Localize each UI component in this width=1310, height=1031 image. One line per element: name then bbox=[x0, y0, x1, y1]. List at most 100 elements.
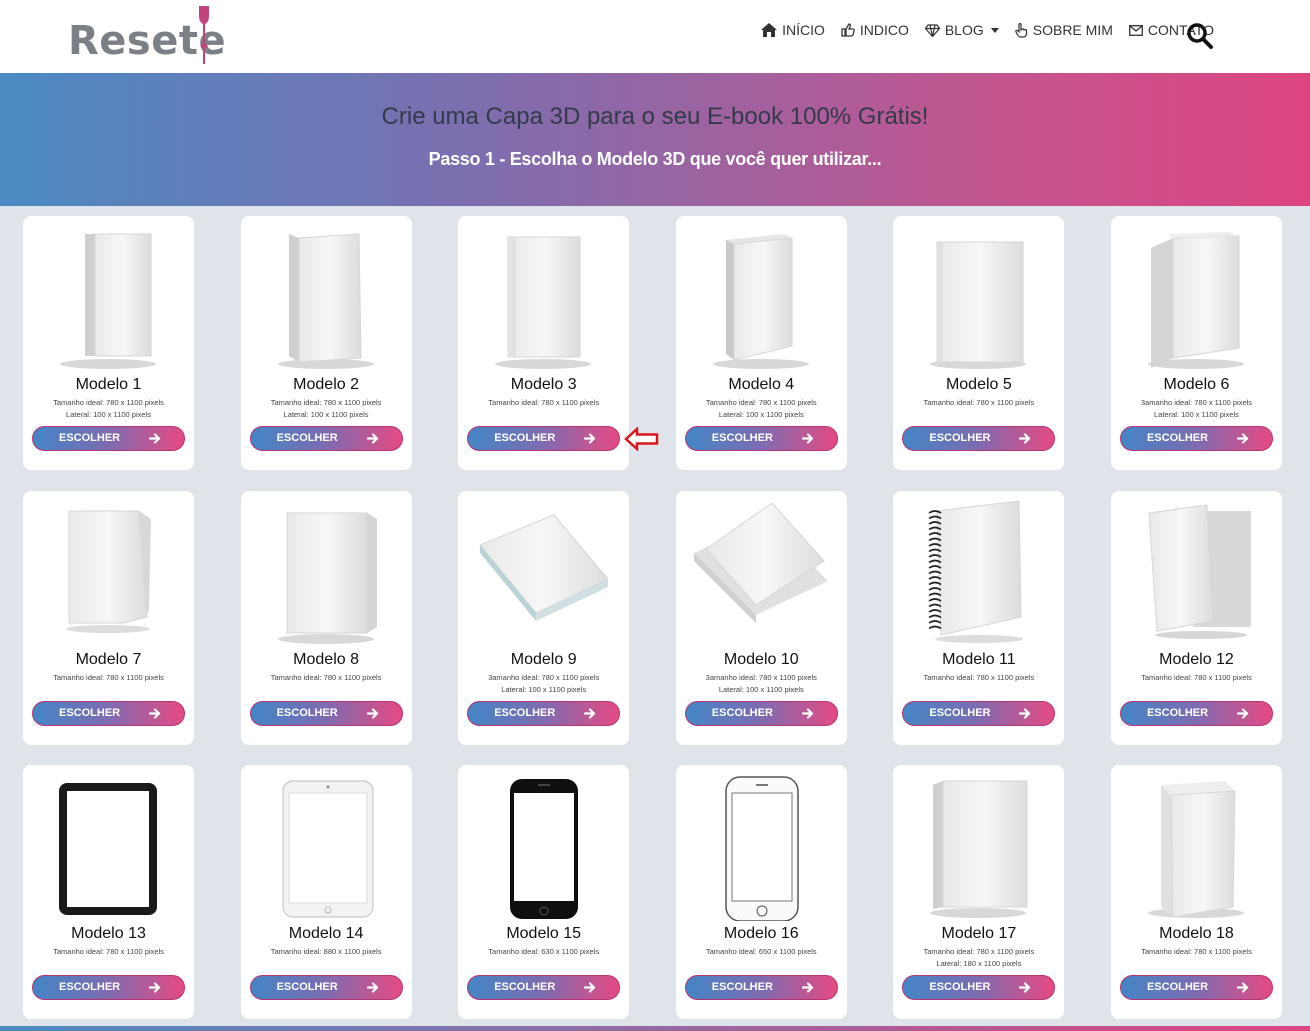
model-ideal-size: Tamanho ideal: 780 x 1100 pixels bbox=[1141, 672, 1252, 682]
arrow-right-icon bbox=[366, 707, 378, 719]
model-preview-image[interactable] bbox=[241, 771, 412, 921]
model-card: Modelo 3 Tamanho ideal: 780 x 1100 pixel… bbox=[458, 216, 630, 470]
choose-model-button[interactable]: ESCOLHER bbox=[467, 426, 621, 451]
arrow-right-icon bbox=[584, 433, 596, 444]
model-size-info: Tamanho ideal: 780 x 1100 pixels bbox=[458, 397, 629, 409]
choose-button-label: ESCOLHER bbox=[59, 981, 121, 993]
model-preview-image[interactable] bbox=[676, 771, 847, 921]
model-size-info: Tamanho ideal: 780 x 1100 pixels Lateral… bbox=[23, 397, 194, 421]
model-preview-image[interactable] bbox=[23, 497, 194, 647]
model-card: Modelo 16 Tamanho ideal: 650 x 1100 pixe… bbox=[675, 765, 847, 1019]
arrow-right-icon bbox=[1019, 982, 1031, 993]
choose-button-label: ESCOLHER bbox=[276, 706, 338, 719]
footer-gradient-line bbox=[0, 1026, 1310, 1031]
model-ideal-size: 3amanho ideal: 780 x 1100 pixels bbox=[1140, 398, 1253, 407]
choose-model-button[interactable]: ESCOLHER bbox=[902, 426, 1056, 451]
model-preview-image[interactable] bbox=[1111, 771, 1282, 921]
choose-model-button[interactable]: ESCOLHER bbox=[32, 975, 185, 1000]
choose-button-label: ESCOLHER bbox=[929, 706, 991, 719]
choose-button-label: ESCOLHER bbox=[929, 981, 991, 993]
model-mockup-illustration bbox=[930, 780, 1028, 918]
nav-item-indico[interactable]: INDICO bbox=[841, 22, 909, 38]
model-size-info: 3amanho ideal: 780 x 1100 pixels Lateral… bbox=[1111, 397, 1282, 421]
choose-model-button[interactable]: ESCOLHER bbox=[1119, 426, 1273, 451]
model-card: Modelo 4 Tamanho ideal: 780 x 1100 pixel… bbox=[675, 216, 847, 470]
choose-model-button[interactable]: ESCOLHER bbox=[684, 426, 838, 451]
model-mockup-illustration bbox=[60, 233, 156, 369]
model-side-size: Lateral: 180 x 1100 pixels bbox=[936, 959, 1022, 968]
model-preview-image[interactable] bbox=[458, 771, 629, 921]
choose-button-label: ESCOLHER bbox=[494, 981, 556, 993]
model-preview-image[interactable] bbox=[23, 222, 194, 372]
model-ideal-size: Tamanho ideal: 780 x 1100 pixels bbox=[53, 672, 164, 682]
choose-model-button[interactable]: ESCOLHER bbox=[902, 700, 1056, 726]
model-title: Modelo 16 bbox=[723, 925, 799, 942]
model-preview-image[interactable] bbox=[23, 771, 194, 921]
model-card: Modelo 15 Tamanho ideal: 630 x 1100 pixe… bbox=[458, 765, 630, 1019]
model-card: Modelo 1 Tamanho ideal: 780 x 1100 pixel… bbox=[23, 216, 194, 470]
choose-model-button[interactable]: ESCOLHER bbox=[684, 975, 838, 1000]
choose-model-button[interactable]: ESCOLHER bbox=[249, 975, 403, 1000]
model-ideal-size: Tamanho ideal: 780 x 1100 pixels bbox=[705, 398, 817, 407]
model-mockup-illustration bbox=[1147, 232, 1244, 369]
choose-model-button[interactable]: ESCOLHER bbox=[249, 426, 403, 451]
model-title: Modelo 7 bbox=[75, 650, 142, 668]
model-mockup-illustration bbox=[510, 779, 579, 919]
model-card: Modelo 14 Tamanho ideal: 880 x 1100 pixe… bbox=[240, 765, 412, 1019]
model-ideal-size: Tamanho ideal: 630 x 1100 pixels bbox=[488, 947, 600, 956]
model-title: Modelo 1 bbox=[75, 376, 142, 393]
choose-model-button[interactable]: ESCOLHER bbox=[1119, 700, 1273, 726]
model-side-size: Lateral: 100 x 1100 pixels bbox=[718, 410, 804, 419]
arrow-right-icon bbox=[149, 433, 161, 444]
model-preview-image[interactable] bbox=[241, 497, 412, 647]
model-mockup-illustration bbox=[282, 780, 374, 918]
arrow-right-icon bbox=[1236, 982, 1249, 993]
pointer-hand-icon bbox=[1014, 22, 1027, 38]
model-title: Modelo 2 bbox=[293, 376, 359, 393]
model-grid: Modelo 1 Tamanho ideal: 780 x 1100 pixel… bbox=[23, 216, 1282, 1019]
choose-model-button[interactable]: ESCOLHER bbox=[32, 426, 185, 451]
model-mockup-illustration bbox=[479, 513, 609, 621]
model-title: Modelo 17 bbox=[941, 925, 1017, 942]
model-preview-image[interactable] bbox=[241, 222, 412, 372]
model-title: Modelo 11 bbox=[942, 650, 1016, 668]
choose-button-label: ESCOLHER bbox=[59, 432, 121, 444]
model-preview-image[interactable] bbox=[676, 497, 847, 647]
choose-model-button[interactable]: ESCOLHER bbox=[467, 700, 621, 726]
model-card: Modelo 10 3amanho ideal: 780 x 1100 pixe… bbox=[675, 490, 847, 745]
model-size-info: 3amanho ideal: 780 x 1100 pixels Lateral… bbox=[458, 672, 629, 696]
nav-item-inicio[interactable]: INÍCIO bbox=[761, 22, 825, 38]
model-mockup-illustration bbox=[59, 783, 157, 915]
model-card: Modelo 18 Tamanho ideal: 780 x 1100 pixe… bbox=[1110, 765, 1282, 1019]
search-button[interactable] bbox=[1186, 22, 1214, 55]
arrow-right-icon bbox=[1236, 433, 1249, 444]
nav-item-sobre-mim[interactable]: SOBRE MIM bbox=[1014, 22, 1113, 38]
nav-item-blog[interactable]: BLOG bbox=[924, 22, 999, 38]
model-size-info: Tamanho ideal: 780 x 1100 pixels bbox=[893, 672, 1064, 684]
model-preview-image[interactable] bbox=[893, 771, 1064, 921]
model-side-size: Lateral: 100 x 1100 pixels bbox=[718, 684, 804, 694]
model-ideal-size: Tamanho ideal: 650 x 1100 pixels bbox=[705, 947, 817, 956]
model-title: Modelo 18 bbox=[1159, 925, 1234, 942]
model-preview-image[interactable] bbox=[676, 222, 847, 372]
choose-button-label: ESCOLHER bbox=[711, 981, 773, 993]
model-preview-image[interactable] bbox=[893, 497, 1064, 647]
choose-button-label: ESCOLHER bbox=[276, 981, 338, 993]
choose-model-button[interactable]: ESCOLHER bbox=[32, 700, 185, 726]
choose-button-label: ESCOLHER bbox=[1146, 432, 1209, 444]
model-preview-image[interactable] bbox=[1111, 222, 1282, 372]
choose-model-button[interactable]: ESCOLHER bbox=[902, 975, 1056, 1000]
model-preview-image[interactable] bbox=[893, 222, 1064, 372]
model-card: Modelo 7 Tamanho ideal: 780 x 1100 pixel… bbox=[23, 490, 194, 745]
arrow-right-icon bbox=[149, 707, 161, 719]
model-preview-image[interactable] bbox=[1111, 497, 1282, 647]
model-preview-image[interactable] bbox=[458, 497, 629, 647]
model-size-info: Tamanho ideal: 780 x 1100 pixels bbox=[23, 946, 194, 958]
choose-model-button[interactable]: ESCOLHER bbox=[684, 700, 838, 726]
model-preview-image[interactable] bbox=[458, 222, 629, 372]
arrow-right-icon bbox=[584, 982, 596, 993]
model-mockup-illustration bbox=[693, 501, 828, 623]
choose-model-button[interactable]: ESCOLHER bbox=[249, 700, 403, 726]
choose-model-button[interactable]: ESCOLHER bbox=[1119, 975, 1273, 1000]
choose-model-button[interactable]: ESCOLHER bbox=[467, 975, 621, 1000]
